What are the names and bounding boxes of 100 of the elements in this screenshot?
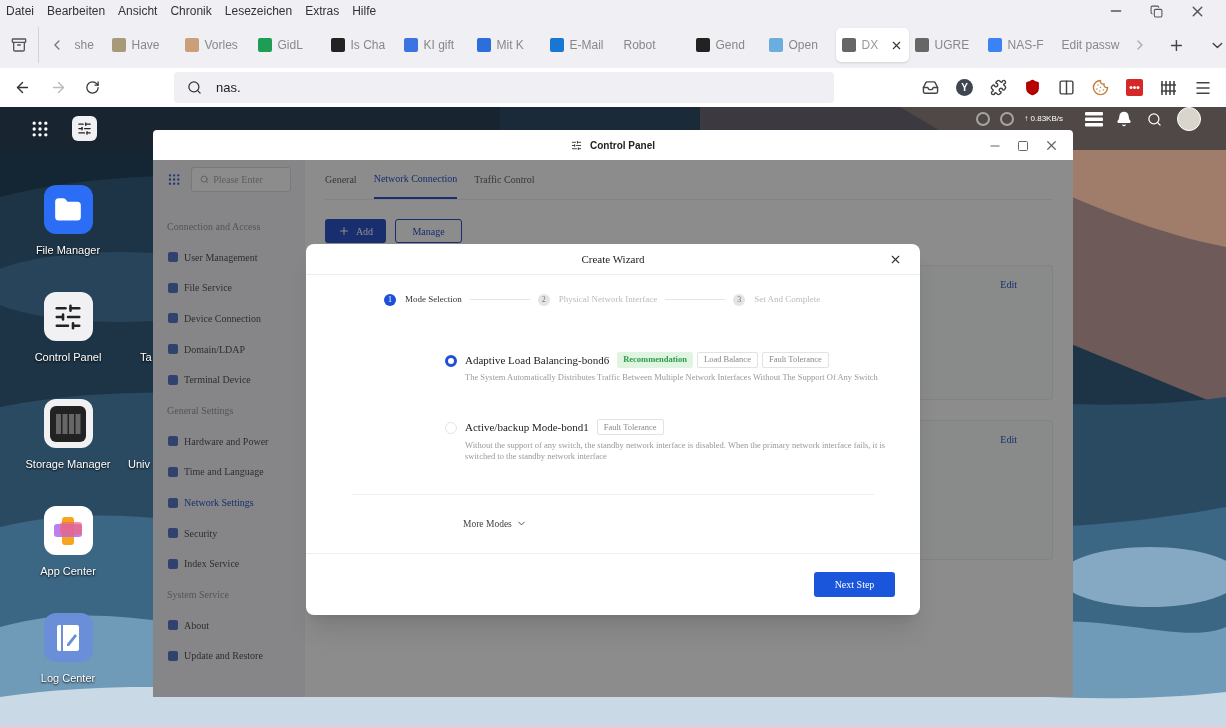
content-tab[interactable]: Traffic Control [474, 159, 535, 199]
sidebar-item[interactable]: Security [167, 517, 291, 549]
sidebar-item[interactable]: Device Connection [167, 303, 291, 334]
storage-app-icon[interactable] [43, 399, 93, 448]
more-modes-toggle[interactable]: More Modes [463, 516, 527, 531]
fence-icon[interactable] [1160, 79, 1177, 96]
folder-app-icon[interactable] [43, 185, 93, 234]
browser-tab[interactable]: Mit K [471, 28, 545, 62]
puzzle-icon[interactable] [990, 79, 1007, 96]
manage-button[interactable]: Manage [395, 219, 462, 243]
next-step-button[interactable]: Next Step [814, 572, 895, 597]
tab-title: Robot [623, 37, 656, 54]
close-icon[interactable] [1044, 138, 1059, 153]
maximize-icon[interactable] [1017, 139, 1029, 152]
menu-item[interactable]: Lesezeichen [224, 2, 293, 20]
menu-item-icon [168, 344, 178, 355]
sliders-app-icon[interactable] [43, 292, 93, 341]
menu-item-icon [168, 313, 178, 324]
sidebar-item[interactable]: Network Settings [167, 487, 291, 518]
browser-tab[interactable]: E-Mail [544, 28, 618, 62]
cookie-icon[interactable] [1092, 79, 1109, 96]
browser-tab[interactable]: Edit passw [1055, 28, 1129, 62]
browser-tab[interactable]: she [68, 28, 107, 62]
menu-item[interactable]: Ansicht [118, 2, 158, 20]
browser-tab[interactable]: DX [836, 28, 910, 62]
menu-item-icon [168, 252, 178, 263]
browser-tab[interactable]: KI gift [398, 28, 472, 62]
tab-title: Open [788, 37, 818, 54]
menu-item-icon [168, 528, 178, 539]
edit-link[interactable]: Edit [1000, 277, 1017, 291]
menu-item-icon [168, 558, 178, 569]
sidebar-item[interactable]: Time and Language [167, 456, 291, 488]
add-button[interactable]: Add [325, 219, 386, 243]
reload-icon[interactable] [85, 80, 100, 95]
browser-tab[interactable]: Gend [690, 28, 764, 62]
tab-title: Is Cha [350, 37, 386, 54]
dots-badge-icon[interactable] [1126, 79, 1143, 96]
sidebar-item[interactable]: User Management [167, 241, 291, 273]
tray-icon[interactable] [922, 79, 939, 96]
menu-item-icon [168, 436, 178, 447]
menu-item[interactable]: Chronik [170, 2, 212, 20]
sidebar-item[interactable]: About [167, 609, 291, 641]
storage-bars-icon[interactable] [1085, 111, 1103, 127]
tab-title: she [74, 37, 94, 54]
reader-view-icon[interactable] [1058, 79, 1075, 96]
desktop-icon-label: App Center [40, 564, 96, 579]
sidebar-item[interactable]: Domain/LDAP [167, 333, 291, 365]
search-icon[interactable] [1147, 111, 1162, 127]
desktop-icon-label: Log Center [40, 671, 96, 686]
browser-tab[interactable]: Vorles [179, 28, 253, 62]
step-label: Mode Selection [405, 293, 462, 306]
extension-badge[interactable]: Y [956, 79, 973, 96]
plus-icon [337, 225, 350, 237]
content-tab[interactable]: General [325, 159, 357, 199]
control-panel-taskbar-icon[interactable] [72, 116, 97, 141]
menu-item[interactable]: Bearbeiten [47, 2, 106, 20]
tab-title: KI gift [423, 37, 455, 54]
notebook-app-icon[interactable] [43, 613, 93, 662]
tab-title: Edit passw [1061, 37, 1120, 54]
browser-tab[interactable]: UGRE [909, 28, 983, 62]
transfer-rate: ↑ 0.83KB/s [1024, 113, 1063, 125]
step-number: 3 [733, 293, 746, 306]
desktop-icon-label: Control Panel [34, 350, 102, 365]
desktop-icon-label: Storage Manager [25, 457, 111, 472]
menu-item-icon [168, 374, 178, 385]
browser-tab[interactable]: Open [763, 28, 837, 62]
radio-button[interactable] [445, 354, 457, 367]
menu-item[interactable]: Datei [6, 2, 34, 20]
sidebar-item[interactable]: File Service [167, 272, 291, 304]
browser-tab[interactable]: NAS-F [982, 28, 1056, 62]
content-tab[interactable]: Network Connection [373, 159, 458, 199]
browser-tab[interactable]: Have [106, 28, 180, 62]
browser-tab[interactable]: Is Cha [325, 28, 399, 62]
menu-item[interactable]: Extras [305, 2, 340, 20]
desktop-icon-label: File Manager [35, 243, 101, 258]
edit-link[interactable]: Edit [1000, 432, 1017, 446]
address-field[interactable]: nas. [174, 72, 834, 103]
back-icon[interactable] [14, 79, 31, 96]
tab-title: NAS-F [1007, 37, 1044, 54]
sidebar-item[interactable]: Hardware and Power [167, 425, 291, 457]
address-text: nas. [216, 78, 241, 97]
sidebar-item[interactable]: Terminal Device [167, 364, 291, 396]
window-title: Control Panel [590, 138, 655, 153]
mode-description: Without the support of any switch, the standby network interface is disabled. When the primary network interface fails, it is switched to the standby network interface [465, 439, 887, 462]
mode-tag: Load Balance [696, 351, 758, 368]
bell-icon[interactable] [1116, 111, 1132, 127]
stacked-cards-app-icon[interactable] [43, 506, 93, 555]
sidebar-item[interactable]: Index Service [167, 548, 291, 580]
close-icon[interactable] [889, 253, 902, 266]
tab-title: Gend [715, 37, 745, 54]
tab-title: GidL [277, 37, 303, 54]
shield-icon[interactable] [1024, 79, 1041, 96]
menu-item[interactable]: Hilfe [352, 2, 377, 20]
browser-tab[interactable]: GidL [252, 28, 326, 62]
browser-tab[interactable]: Robot [617, 28, 691, 62]
restore-icon[interactable] [1150, 4, 1163, 18]
app-grid-icon[interactable] [30, 119, 50, 139]
sidebar-item[interactable]: Update and Restore [167, 640, 291, 672]
step-label: Set And Complete [754, 293, 821, 306]
mode-tag: Fault Tolerance [596, 419, 664, 436]
